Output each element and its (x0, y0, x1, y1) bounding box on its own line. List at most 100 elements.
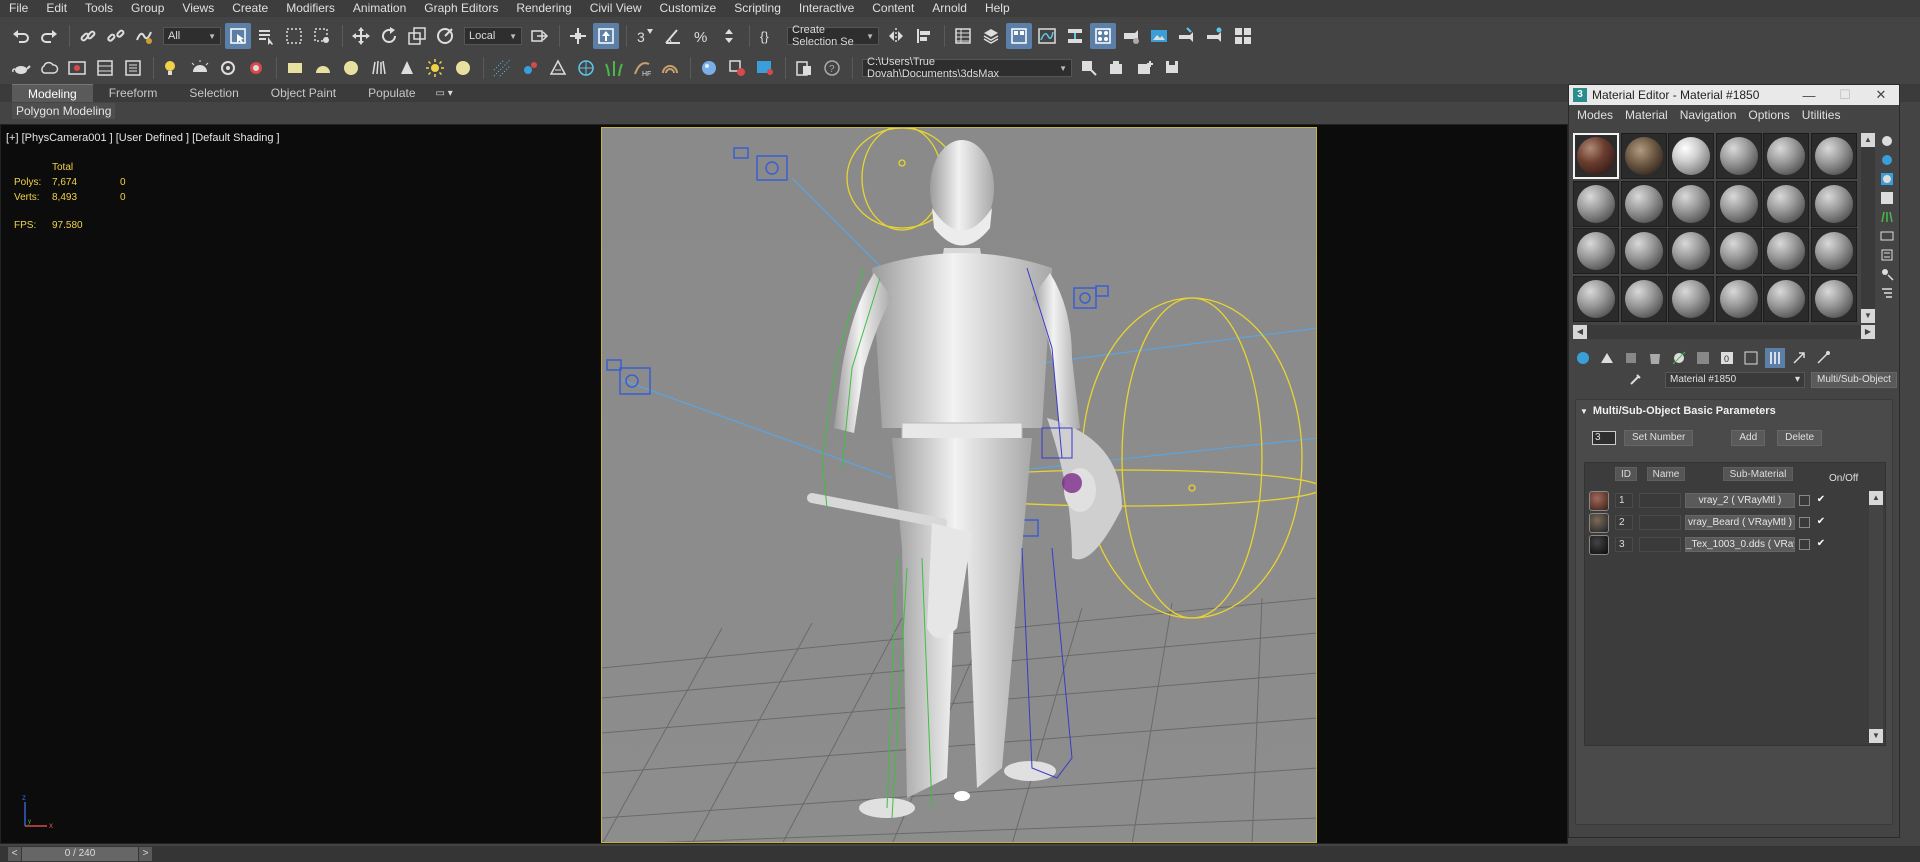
toggle-scene-explorer-icon[interactable] (950, 23, 976, 49)
submaterial-on-checkbox[interactable]: ✔ (1814, 493, 1828, 507)
rotate-icon[interactable] (376, 23, 402, 49)
sun-icon[interactable] (394, 55, 420, 81)
eyedropper-icon[interactable] (1629, 372, 1643, 389)
sample-slot[interactable] (1668, 133, 1714, 179)
put-to-scene-icon[interactable] (1597, 348, 1617, 368)
submaterial-swatch[interactable] (1589, 491, 1609, 511)
submaterial-count-input[interactable]: 3 (1592, 431, 1616, 445)
render-frame-icon[interactable] (64, 55, 90, 81)
menu-tools[interactable]: Tools (76, 0, 122, 17)
material-map-navigator-icon[interactable] (1879, 285, 1895, 301)
go-to-parent-icon[interactable] (1789, 348, 1809, 368)
menu-rendering[interactable]: Rendering (507, 0, 580, 17)
vray-material-sphere-icon[interactable] (696, 55, 722, 81)
project-folder-icon[interactable] (791, 55, 817, 81)
sphere-icon[interactable] (338, 55, 364, 81)
material-library-icon[interactable] (724, 55, 750, 81)
sample-slot[interactable] (1810, 228, 1857, 274)
sample-slot[interactable] (1763, 133, 1809, 179)
toggle-ribbon-icon[interactable] (1006, 23, 1032, 49)
polygon-modeling-panel[interactable]: Polygon Modeling (12, 103, 116, 119)
proxy-icon[interactable] (489, 55, 515, 81)
percent-snap-icon[interactable]: % (688, 23, 714, 49)
link-icon[interactable] (75, 23, 101, 49)
edit-named-selection-icon[interactable]: {} (755, 23, 781, 49)
sample-slot[interactable] (1715, 228, 1762, 274)
render-iterative-icon[interactable] (1202, 23, 1228, 49)
background-icon[interactable] (1879, 171, 1895, 187)
menu-edit[interactable]: Edit (37, 0, 76, 17)
sort-by-name-button[interactable]: Name (1647, 467, 1685, 481)
sample-slot[interactable] (1763, 228, 1809, 274)
grass-icon[interactable] (601, 55, 627, 81)
submaterial-scrollbar[interactable]: ▲ ▼ (1869, 491, 1883, 743)
project-save-icon[interactable] (1160, 55, 1186, 81)
render-list-icon[interactable] (120, 55, 146, 81)
dome-light-icon[interactable] (187, 55, 213, 81)
backlight-icon[interactable] (1879, 152, 1895, 168)
show-end-result-icon[interactable] (1765, 348, 1785, 368)
select-by-material-icon[interactable] (1879, 266, 1895, 282)
dome-icon[interactable] (310, 55, 336, 81)
material-id-channel-icon[interactable]: 0 (1717, 348, 1737, 368)
scroll-right-icon[interactable]: ▶ (1861, 325, 1875, 339)
menu-interactive[interactable]: Interactive (790, 0, 863, 17)
previous-frame-button[interactable]: < (8, 847, 21, 861)
submaterial-on-checkbox[interactable]: ✔ (1814, 537, 1828, 551)
sample-slot[interactable] (1573, 275, 1619, 322)
sample-slot[interactable] (1573, 228, 1619, 274)
move-icon[interactable] (348, 23, 374, 49)
slot-horizontal-scrollbar[interactable]: ◀ ▶ (1573, 325, 1875, 339)
menu-modes[interactable]: Modes (1573, 108, 1621, 122)
menu-modifiers[interactable]: Modifiers (277, 0, 344, 17)
submaterial-color-swatch[interactable] (1799, 539, 1810, 550)
sample-slot[interactable] (1715, 133, 1762, 179)
sort-by-id-button[interactable]: ID (1615, 467, 1637, 481)
project-open-icon[interactable] (1104, 55, 1130, 81)
sample-slot[interactable] (1763, 275, 1809, 322)
tab-selection[interactable]: Selection (173, 84, 254, 102)
reset-map-icon[interactable] (1645, 348, 1665, 368)
sample-slot[interactable] (1573, 180, 1619, 227)
hair-icon[interactable]: HF (629, 55, 655, 81)
menu-group[interactable]: Group (122, 0, 173, 17)
minimize-button[interactable]: — (1791, 88, 1827, 103)
sample-uv-tiling-icon[interactable] (1879, 190, 1895, 206)
submaterial-name-field[interactable] (1639, 515, 1681, 530)
undo-icon[interactable] (8, 23, 34, 49)
keyboard-shortcut-toggle-icon[interactable] (593, 23, 619, 49)
sample-slot[interactable] (1715, 275, 1762, 322)
snaps-toggle-icon[interactable]: 3 (632, 23, 658, 49)
submaterial-button[interactable]: vray_2 ( VRayMtl ) (1685, 493, 1795, 508)
sample-slot[interactable] (1573, 133, 1619, 179)
set-number-button[interactable]: Set Number (1624, 430, 1694, 446)
tab-object-paint[interactable]: Object Paint (255, 84, 352, 102)
tab-modeling[interactable]: Modeling (12, 84, 93, 102)
help-icon[interactable]: ? (819, 55, 845, 81)
named-selection-sets-dropdown[interactable]: Create Selection Se ▼ (787, 24, 879, 48)
light-icon[interactable] (159, 55, 185, 81)
project-path-dropdown[interactable]: C:\Users\True Dovah\Documents\3dsMax ▼ (862, 56, 1072, 80)
project-new-icon[interactable] (1132, 55, 1158, 81)
add-button[interactable]: Add (1731, 430, 1766, 446)
sort-by-submaterial-button[interactable]: Sub-Material (1723, 467, 1793, 481)
submaterial-id-field[interactable]: 1 (1615, 493, 1633, 508)
go-forward-sibling-icon[interactable] (1813, 348, 1833, 368)
sample-slot[interactable] (1810, 275, 1857, 322)
select-by-name-icon[interactable] (253, 23, 279, 49)
sample-slot[interactable] (1668, 228, 1714, 274)
sample-slot[interactable] (1810, 133, 1857, 179)
material-editor-icon[interactable] (1090, 23, 1116, 49)
reference-coordinate-dropdown[interactable]: Local ▼ (464, 27, 522, 45)
menu-material[interactable]: Material (1621, 108, 1676, 122)
submaterial-on-checkbox[interactable]: ✔ (1814, 515, 1828, 529)
sample-slot[interactable] (1620, 133, 1667, 179)
vray-shell-icon[interactable] (657, 55, 683, 81)
assign-to-selection-icon[interactable] (1621, 348, 1641, 368)
tab-populate[interactable]: Populate (352, 84, 431, 102)
sample-slot[interactable] (1715, 180, 1762, 227)
submaterial-swatch[interactable] (1589, 535, 1609, 555)
vfb-icon[interactable] (752, 55, 778, 81)
sample-slot[interactable] (1620, 228, 1667, 274)
sky-icon[interactable] (450, 55, 476, 81)
